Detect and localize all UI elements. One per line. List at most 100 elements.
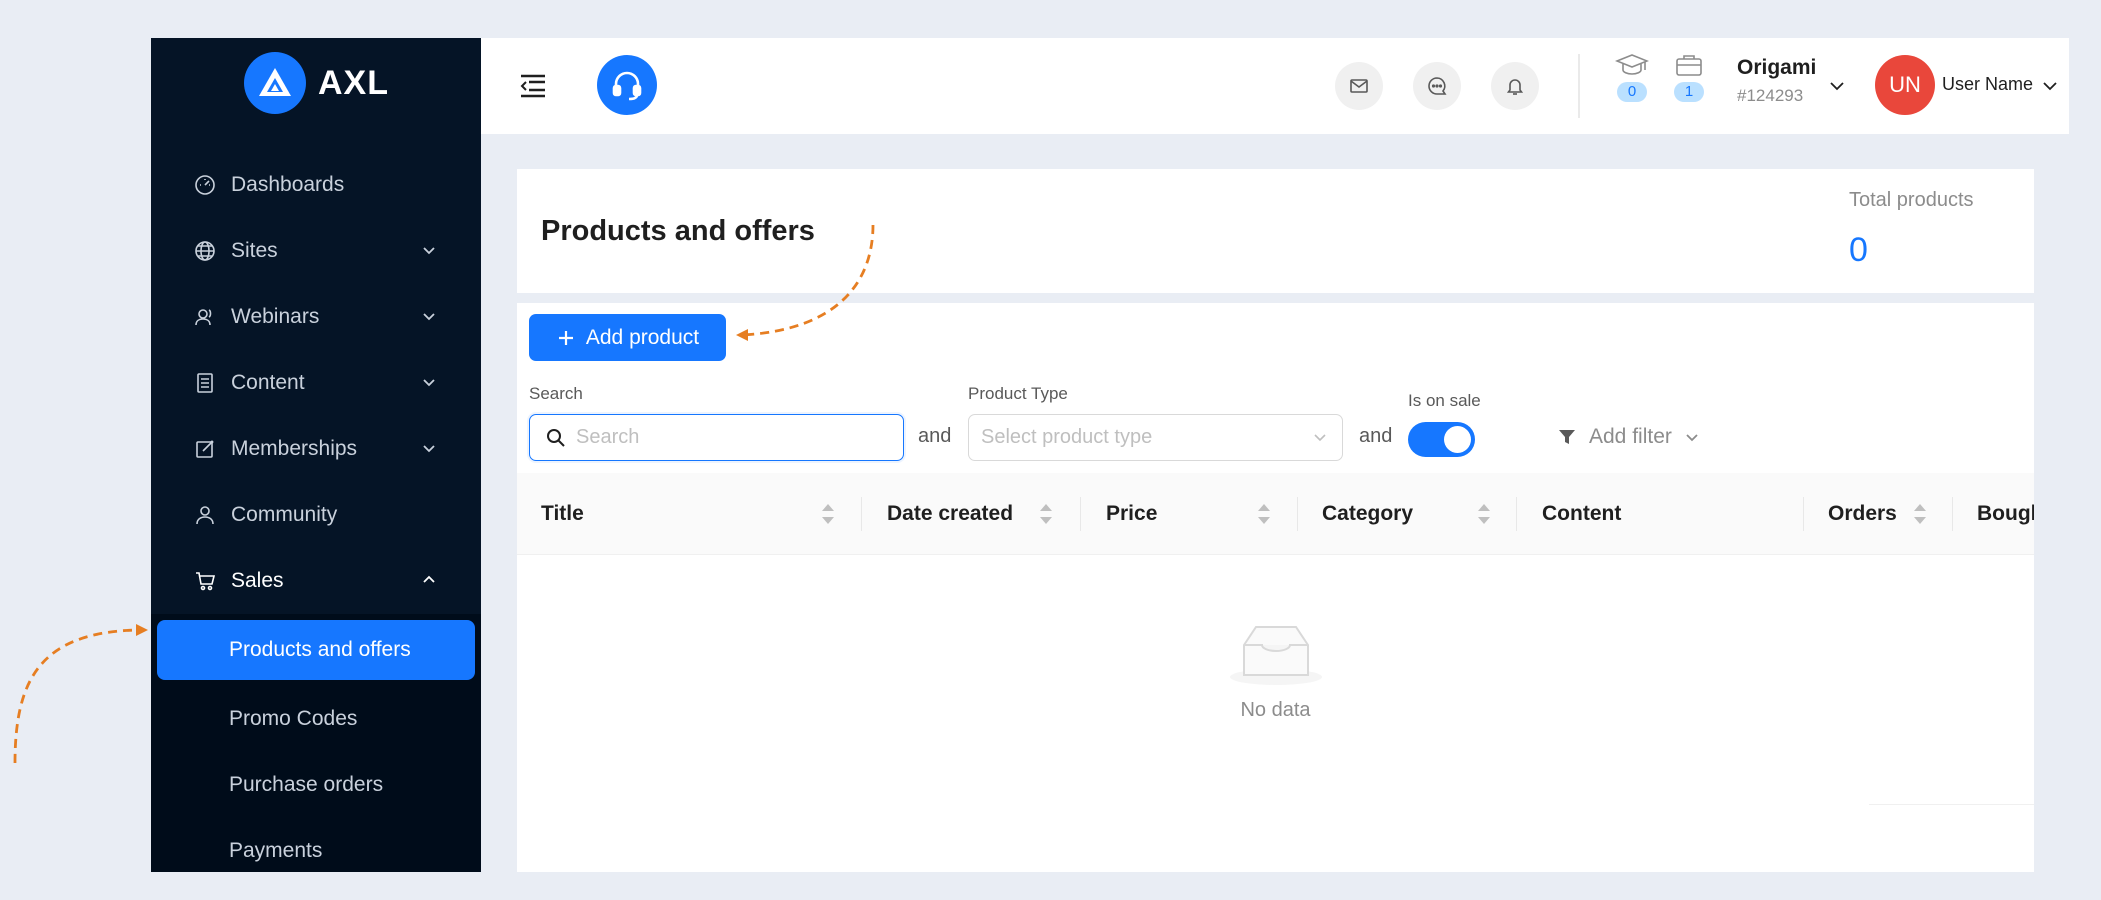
sidebar-item-label: Sales [231, 569, 284, 592]
submenu-item-purchase-orders[interactable]: Purchase orders [151, 752, 481, 818]
user-name[interactable]: User Name [1942, 74, 2033, 95]
menu-fold-icon[interactable] [517, 70, 549, 102]
sidebar-item-community[interactable]: Community [151, 482, 481, 548]
column-divider [861, 497, 862, 531]
submenu-item-payments[interactable]: Payments [151, 818, 481, 872]
table-header: Title Date created Price Category Conten… [517, 473, 2034, 555]
divider [1869, 804, 2034, 805]
sort-icon[interactable] [821, 501, 835, 527]
top-header: 0 1 Origami #124293 UN User Name [481, 38, 2069, 134]
account-name: Origami [1737, 56, 1817, 79]
chevron-down-icon[interactable] [2041, 77, 2059, 95]
add-filter-button[interactable]: Add filter [1557, 425, 1700, 449]
page-title: Products and offers [541, 215, 815, 247]
search-field[interactable] [529, 414, 904, 461]
add-product-label: Add product [585, 325, 700, 349]
submenu-item-promo-codes[interactable]: Promo Codes [151, 686, 481, 752]
chevron-down-icon [423, 313, 435, 321]
column-header-content: Content [1542, 502, 1622, 525]
content-icon [193, 371, 217, 395]
sidebar-nav: Dashboards Sites Webinars Content Member… [151, 152, 481, 872]
globe-icon [193, 239, 217, 263]
sidebar-item-label: Community [231, 503, 338, 526]
submenu-item-products-and-offers[interactable]: Products and offers [157, 620, 475, 680]
sort-icon[interactable] [1913, 501, 1927, 527]
bell-icon[interactable] [1491, 62, 1539, 110]
briefcase-icon [1676, 55, 1702, 76]
avatar[interactable]: UN [1875, 55, 1935, 115]
logo-icon [244, 52, 306, 114]
column-header-date-created[interactable]: Date created [887, 473, 1013, 555]
chevron-down-icon [1686, 434, 1698, 442]
sidebar-item-sites[interactable]: Sites [151, 218, 481, 284]
sidebar-item-label: Content [231, 371, 305, 394]
sort-icon[interactable] [1477, 501, 1491, 527]
sidebar-item-dashboards[interactable]: Dashboards [151, 152, 481, 218]
product-type-label: Product Type [968, 384, 1068, 403]
products-card: Add product Search and Product Type Sele… [517, 303, 2034, 872]
column-header-title[interactable]: Title [541, 473, 584, 555]
column-divider [1952, 497, 1953, 531]
and-connector: and [1359, 425, 1393, 447]
column-header-bought[interactable]: Bought [1977, 473, 2034, 555]
chat-icon[interactable] [1413, 62, 1461, 110]
webinar-icon [193, 305, 217, 329]
filter-icon [1559, 430, 1575, 444]
column-header-orders[interactable]: Orders [1828, 473, 1897, 555]
sidebar-item-label: Webinars [231, 305, 320, 328]
on-sale-toggle[interactable] [1408, 422, 1475, 457]
dashboard-icon [193, 173, 217, 197]
edit-icon [193, 437, 217, 461]
column-divider [1516, 497, 1517, 531]
on-sale-label: Is on sale [1408, 391, 1481, 410]
cart-icon [193, 569, 217, 593]
column-header-price[interactable]: Price [1106, 473, 1157, 555]
add-product-button[interactable]: Add product [529, 314, 726, 361]
sort-icon[interactable] [1039, 501, 1053, 527]
sidebar-item-label: Dashboards [231, 173, 345, 196]
page-header-card: Products and offers Total products 0 [517, 169, 2034, 293]
sidebar-item-content[interactable]: Content [151, 350, 481, 416]
search-icon [547, 428, 565, 447]
chevron-up-icon [423, 575, 435, 583]
jobs-counter[interactable]: 1 [1669, 52, 1709, 102]
support-headset-icon[interactable] [597, 55, 657, 115]
empty-state: No data [517, 623, 2034, 722]
search-input[interactable] [576, 426, 876, 449]
sales-submenu: Products and offers Promo Codes Purchase… [151, 614, 481, 872]
header-divider [1578, 54, 1580, 118]
account-id: #124293 [1737, 86, 1804, 105]
account-switcher[interactable]: Origami #124293 [1737, 56, 1816, 106]
total-products-label: Total products [1849, 189, 1974, 211]
sidebar-item-memberships[interactable]: Memberships [151, 416, 481, 482]
sort-icon[interactable] [1257, 501, 1271, 527]
plus-icon [558, 330, 573, 345]
chevron-down-icon [423, 247, 435, 255]
empty-inbox-icon [1229, 626, 1322, 685]
product-type-placeholder: Select product type [981, 426, 1153, 448]
sidebar-item-webinars[interactable]: Webinars [151, 284, 481, 350]
column-header-category[interactable]: Category [1322, 473, 1413, 555]
annotation-arrow-to-products-menu [13, 628, 139, 764]
courses-count-badge: 0 [1617, 82, 1647, 102]
annotation-arrowhead [136, 624, 148, 636]
mail-icon[interactable] [1335, 62, 1383, 110]
column-divider [1297, 497, 1298, 531]
product-type-select[interactable]: Select product type [968, 414, 1343, 461]
sidebar-item-sales[interactable]: Sales [151, 548, 481, 614]
sidebar-item-label: Memberships [231, 437, 358, 460]
user-icon [193, 503, 217, 527]
logo[interactable]: AXL [244, 52, 389, 114]
courses-counter[interactable]: 0 [1612, 52, 1652, 102]
chevron-down-icon[interactable] [1828, 77, 1846, 95]
sidebar: AXL Dashboards Sites Webinars Content Me… [151, 38, 481, 872]
chevron-down-icon [1314, 434, 1326, 442]
and-connector: and [918, 425, 952, 447]
add-filter-label: Add filter [1589, 425, 1672, 448]
chevron-down-icon [423, 379, 435, 387]
column-divider [1803, 497, 1804, 531]
empty-text: No data [1240, 699, 1311, 721]
app-name: AXL [318, 63, 389, 102]
column-divider [1080, 497, 1081, 531]
jobs-count-badge: 1 [1674, 82, 1704, 102]
